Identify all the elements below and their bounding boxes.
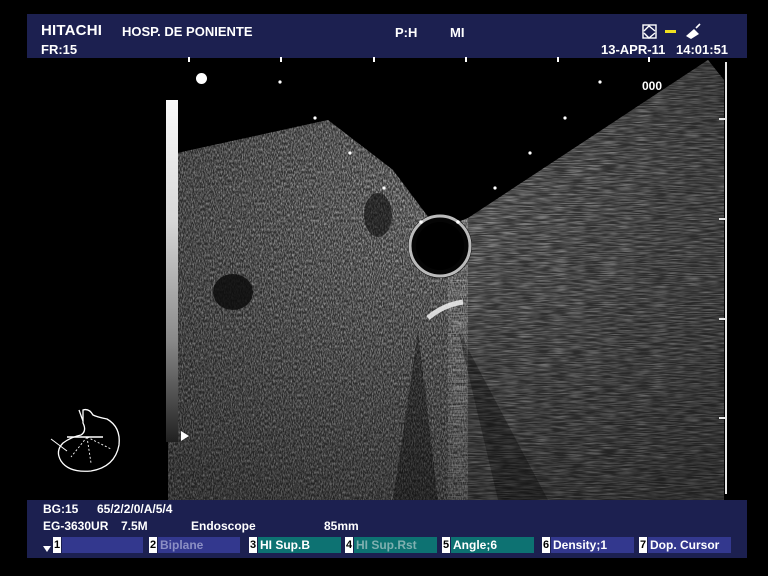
focus-marker	[181, 431, 189, 441]
frame-rate: FR:15	[41, 42, 78, 57]
fkey-label: Angle;6	[451, 537, 534, 553]
depth-scale-tick	[719, 118, 725, 120]
footer-bar: BG:15 65/2/2/0/A/5/4 EG-3630UR 7.5M Endo…	[27, 500, 747, 558]
ph-indicator: P:H	[395, 25, 418, 40]
mi-indicator: MI	[450, 25, 465, 40]
transducer-icon	[686, 23, 701, 39]
ultrasound-image	[168, 60, 724, 500]
probe-orientation-icon	[642, 24, 657, 39]
fkey-hi-sup-rst[interactable]: 4 HI Sup.Rst	[345, 536, 437, 554]
fkey-number: 1	[53, 537, 61, 553]
fkey-label: HI Sup.Rst	[354, 537, 437, 553]
stomach-bodymark-icon	[50, 408, 120, 472]
exam-mode: Endoscope	[191, 519, 256, 533]
brand-logo: HITACHI	[41, 22, 103, 39]
exam-time: 14:01:51	[676, 42, 729, 57]
hospital-name: HOSP. DE PONIENTE	[122, 24, 253, 39]
fkey-number: 3	[249, 537, 257, 553]
depth-scale-tick	[719, 417, 725, 419]
fkey-density[interactable]: 6 Density;1	[542, 536, 634, 554]
exam-date: 13-APR-11	[601, 42, 666, 57]
probe-model: EG-3630UR	[43, 519, 109, 533]
fkey-number: 6	[542, 537, 550, 553]
fkey-hi-sup-b[interactable]: 3 HI Sup.B	[249, 536, 341, 554]
depth-indicator: 000	[642, 79, 663, 93]
fkey-number: 2	[149, 537, 157, 553]
fkey-number: 7	[639, 537, 647, 553]
status-icons	[642, 23, 701, 39]
depth-scale-tick	[719, 318, 725, 320]
bg-gain: BG:15	[43, 502, 79, 516]
fkey-1[interactable]: 1	[53, 536, 143, 554]
fkey-label	[62, 537, 143, 553]
fkey-label: HI Sup.B	[258, 537, 341, 553]
fkey-number: 5	[442, 537, 450, 553]
grayscale-bar	[166, 100, 178, 442]
depth-scale-tick	[719, 218, 725, 220]
fkey-dop-cursor[interactable]: 7 Dop. Cursor	[639, 536, 731, 554]
depth-mm: 85mm	[324, 519, 359, 533]
fkey-number: 4	[345, 537, 353, 553]
fkey-biplane[interactable]: 2 Biplane	[149, 536, 240, 554]
freeze-dash-icon	[665, 30, 676, 33]
image-params: 65/2/2/0/A/5/4	[97, 502, 173, 516]
fkey-label: Dop. Cursor	[648, 537, 731, 553]
fkey-label: Biplane	[158, 537, 240, 553]
depth-scale	[725, 62, 727, 494]
fkey-angle[interactable]: 5 Angle;6	[442, 536, 534, 554]
probe-frequency: 7.5M	[121, 519, 148, 533]
image-center-marker	[196, 73, 207, 84]
page-down-icon[interactable]	[43, 546, 51, 552]
fkey-label: Density;1	[551, 537, 634, 553]
header-bar: HITACHI HOSP. DE PONIENTE P:H MI FR:15 1…	[27, 14, 747, 58]
